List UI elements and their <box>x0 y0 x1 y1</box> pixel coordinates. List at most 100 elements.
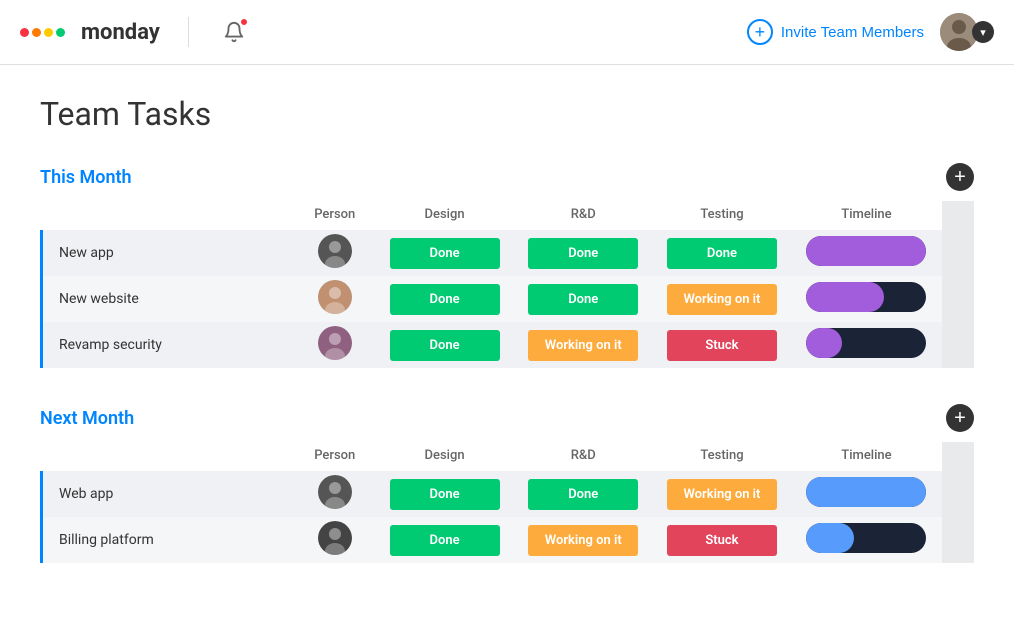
more-cell <box>942 471 974 517</box>
bell-icon[interactable] <box>217 15 251 49</box>
next-month-header: Next Month + <box>40 404 974 432</box>
timeline-bar <box>806 477 926 507</box>
col-design: Design <box>375 201 514 230</box>
timeline-bar <box>806 328 926 358</box>
col-name <box>40 442 294 471</box>
status-badge: Done <box>390 330 500 361</box>
main-content: Team Tasks This Month + Person Design R&… <box>0 65 1014 629</box>
next-month-section: Next Month + Person Design R&D Testing T… <box>40 404 974 563</box>
more-cell <box>942 517 974 563</box>
testing-status: Working on it <box>653 276 792 322</box>
col-person: Person <box>294 442 375 471</box>
timeline-cell <box>791 230 941 276</box>
timeline-fill <box>806 328 842 358</box>
col-more <box>942 201 974 230</box>
avatar <box>318 326 352 360</box>
status-badge: Done <box>390 284 500 315</box>
col-person: Person <box>294 201 375 230</box>
dot-red <box>20 28 29 37</box>
add-this-month-button[interactable]: + <box>946 163 974 191</box>
rd-status: Working on it <box>514 517 653 563</box>
invite-label: Invite Team Members <box>781 24 924 41</box>
logo-area: monday <box>20 15 251 49</box>
rd-status: Done <box>514 471 653 517</box>
timeline-cell <box>791 276 941 322</box>
this-month-header-row: Person Design R&D Testing Timeline <box>40 201 974 230</box>
logo-dots <box>20 28 65 37</box>
person-cell <box>294 517 375 563</box>
invite-team-button[interactable]: + Invite Team Members <box>747 19 924 45</box>
design-status: Done <box>375 517 514 563</box>
status-badge: Done <box>390 525 500 556</box>
design-status: Done <box>375 276 514 322</box>
this-month-title: This Month <box>40 167 132 188</box>
status-badge: Working on it <box>528 525 638 556</box>
table-row: New app Done Done Done <box>40 230 974 276</box>
avatar <box>318 521 352 555</box>
logo-text: monday <box>81 20 160 45</box>
task-name: Billing platform <box>40 517 294 563</box>
col-name <box>40 201 294 230</box>
header-right: + Invite Team Members ▾ <box>747 13 994 51</box>
task-name: Revamp security <box>40 322 294 368</box>
timeline-fill <box>806 477 926 507</box>
col-rd: R&D <box>514 201 653 230</box>
status-badge: Stuck <box>667 330 777 361</box>
timeline-bar <box>806 282 926 312</box>
status-badge: Done <box>390 238 500 269</box>
timeline-fill <box>806 523 854 553</box>
timeline-cell <box>791 517 941 563</box>
this-month-table: Person Design R&D Testing Timeline New a… <box>40 201 974 368</box>
timeline-bar <box>806 236 926 266</box>
rd-status: Done <box>514 276 653 322</box>
testing-status: Stuck <box>653 322 792 368</box>
design-status: Done <box>375 322 514 368</box>
timeline-fill <box>806 236 926 266</box>
task-name: Web app <box>40 471 294 517</box>
person-cell <box>294 276 375 322</box>
table-row: Web app Done Done Working on it <box>40 471 974 517</box>
status-badge: Working on it <box>667 479 777 510</box>
next-month-header-row: Person Design R&D Testing Timeline <box>40 442 974 471</box>
col-testing: Testing <box>653 201 792 230</box>
col-timeline: Timeline <box>791 201 941 230</box>
design-status: Done <box>375 230 514 276</box>
person-cell <box>294 471 375 517</box>
avatar <box>318 475 352 509</box>
this-month-header: This Month + <box>40 163 974 191</box>
status-badge: Done <box>667 238 777 269</box>
status-badge: Done <box>528 238 638 269</box>
col-timeline: Timeline <box>791 442 941 471</box>
status-badge: Working on it <box>667 284 777 315</box>
status-badge: Stuck <box>667 525 777 556</box>
timeline-bar <box>806 523 926 553</box>
status-badge: Done <box>528 479 638 510</box>
col-testing: Testing <box>653 442 792 471</box>
testing-status: Working on it <box>653 471 792 517</box>
col-rd: R&D <box>514 442 653 471</box>
user-avatar-area[interactable]: ▾ <box>940 13 994 51</box>
plus-circle-icon: + <box>747 19 773 45</box>
avatar <box>318 234 352 268</box>
table-row: New website Done Done Working on it <box>40 276 974 322</box>
table-row: Billing platform Done Working on it Stuc… <box>40 517 974 563</box>
header: monday + Invite Team Members ▾ <box>0 0 1014 65</box>
rd-status: Working on it <box>514 322 653 368</box>
more-cell <box>942 276 974 322</box>
testing-status: Done <box>653 230 792 276</box>
task-name: New website <box>40 276 294 322</box>
task-name: New app <box>40 230 294 276</box>
dot-yellow <box>44 28 53 37</box>
bell-notification-dot <box>239 17 249 27</box>
col-more <box>942 442 974 471</box>
add-next-month-button[interactable]: + <box>946 404 974 432</box>
table-row: Revamp security Done Working on it Stuck <box>40 322 974 368</box>
timeline-cell <box>791 322 941 368</box>
person-cell <box>294 322 375 368</box>
col-design: Design <box>375 442 514 471</box>
timeline-cell <box>791 471 941 517</box>
chevron-down-icon: ▾ <box>972 21 994 43</box>
testing-status: Stuck <box>653 517 792 563</box>
logo-divider <box>188 17 189 47</box>
next-month-title: Next Month <box>40 408 134 429</box>
